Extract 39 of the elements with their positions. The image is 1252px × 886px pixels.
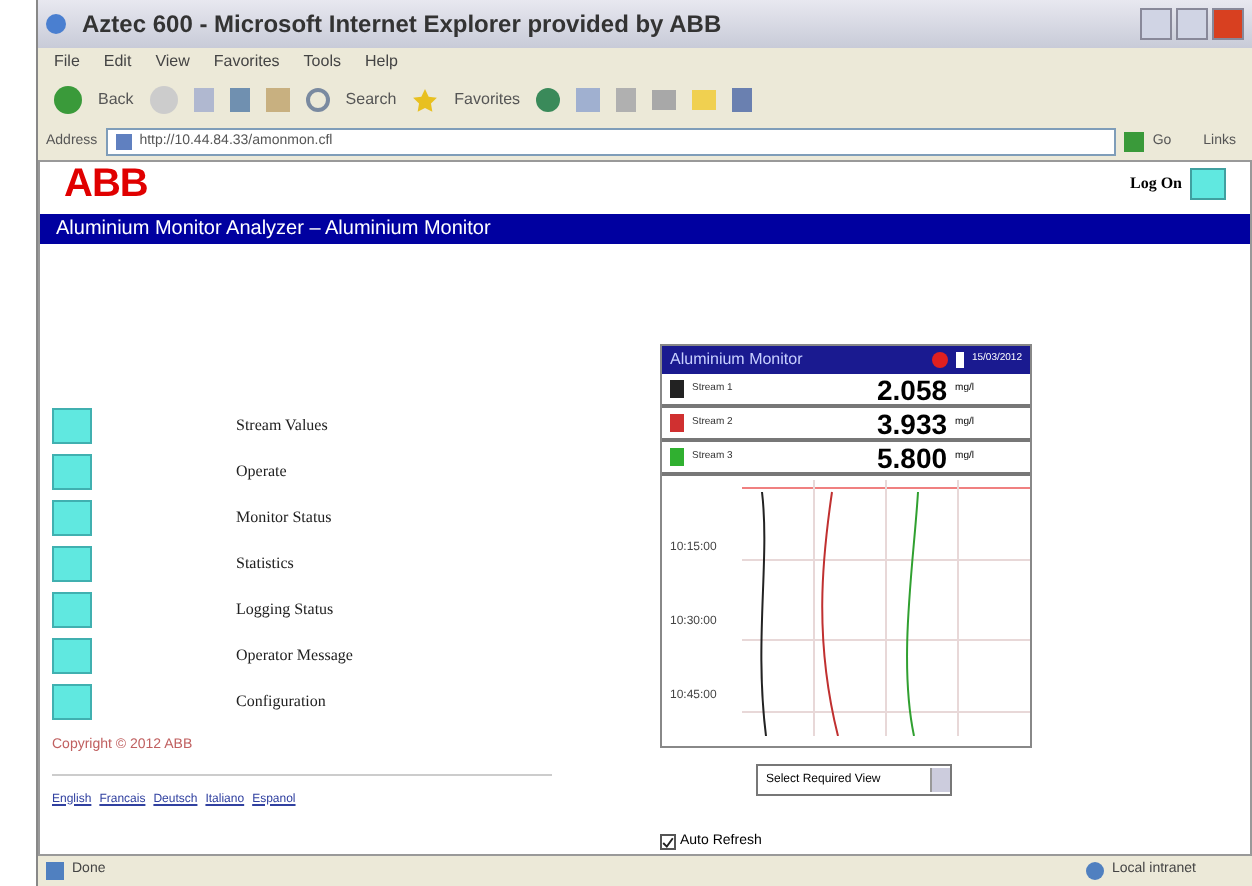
- menu-button[interactable]: [52, 500, 92, 536]
- menu-label: Logging Status: [236, 598, 334, 622]
- menu-button[interactable]: [52, 408, 92, 444]
- star-icon[interactable]: [412, 87, 439, 113]
- monitor-title: Aluminium Monitor: [670, 348, 803, 372]
- stream-value: 5.800: [877, 443, 948, 471]
- menu-label: Statistics: [236, 552, 294, 576]
- menu-label: Monitor Status: [236, 506, 332, 530]
- menu-item[interactable]: Favorites: [213, 50, 280, 74]
- auto-refresh-checkbox[interactable]: [660, 834, 676, 851]
- window-title: Aztec 600 - Microsoft Internet Explorer provided by ABB: [82, 8, 722, 42]
- menu-label: Operate: [236, 460, 287, 484]
- search-icon[interactable]: [305, 88, 330, 112]
- close-button[interactable]: [1212, 8, 1244, 40]
- alarm-icon: [931, 352, 948, 368]
- search-button[interactable]: Search: [345, 88, 397, 112]
- menu-button[interactable]: [52, 638, 92, 674]
- maximize-button[interactable]: [1176, 8, 1208, 40]
- menu-item[interactable]: Help: [364, 50, 398, 74]
- menu-item[interactable]: Tools: [303, 50, 341, 74]
- favorites-button[interactable]: Favorites: [454, 88, 521, 112]
- minimize-button[interactable]: [1140, 8, 1172, 40]
- menu-item[interactable]: Edit: [103, 50, 132, 74]
- logo: ABB: [64, 160, 148, 210]
- menu-item[interactable]: View: [155, 50, 190, 74]
- stream-value: 3.933: [877, 409, 948, 437]
- menu-button[interactable]: [52, 454, 92, 490]
- menu-button[interactable]: [52, 546, 92, 582]
- log-on-label: Log On: [1129, 172, 1182, 196]
- menu-button[interactable]: [52, 592, 92, 628]
- menu-label: Operator Message: [236, 644, 353, 668]
- log-on-button[interactable]: [1190, 168, 1226, 200]
- stream-value: 2.058: [877, 375, 948, 403]
- menu-button[interactable]: [52, 684, 92, 720]
- menu-label: Configuration: [236, 690, 326, 714]
- menu-item[interactable]: File: [54, 50, 80, 74]
- menu-label: Stream Values: [236, 414, 328, 438]
- title-banner: Aluminium Monitor Analyzer – Aluminium Monitor: [40, 214, 1250, 244]
- back-button[interactable]: Back: [98, 88, 134, 112]
